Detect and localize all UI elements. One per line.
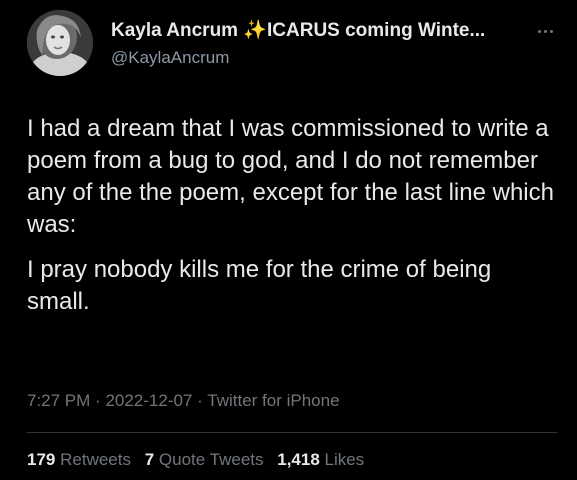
tweet-meta: 7:27 PM · 2022-12-07 · Twitter for iPhon… <box>27 391 340 411</box>
divider <box>27 432 557 433</box>
retweets-stat[interactable]: 179 Retweets <box>27 450 131 469</box>
tweet-text: I had a dream that I was commissioned to… <box>27 113 557 318</box>
retweets-label: Retweets <box>60 450 131 469</box>
avatar-image <box>27 10 93 76</box>
likes-count: 1,418 <box>277 450 320 469</box>
likes-stat[interactable]: 1,418 Likes <box>277 450 364 469</box>
avatar[interactable] <box>27 10 93 76</box>
tweet-header: Kayla Ancrum ✨ICARUS coming Winte... @Ka… <box>27 10 557 80</box>
author-display-name[interactable]: Kayla Ancrum ✨ICARUS coming Winte... <box>111 18 531 44</box>
quote-tweets-stat[interactable]: 7 Quote Tweets <box>145 450 264 469</box>
quotes-label: Quote Tweets <box>158 450 264 469</box>
more-icon-dot <box>537 29 541 33</box>
more-options-button[interactable] <box>533 24 557 38</box>
tweet-paragraph: I pray nobody kills me for the crime of … <box>27 256 492 315</box>
more-icon-dot <box>543 29 547 33</box>
quotes-count: 7 <box>144 450 155 469</box>
author-info: Kayla Ancrum ✨ICARUS coming Winte... @Ka… <box>111 18 531 70</box>
tweet-date[interactable]: 2022-12-07 <box>105 391 192 410</box>
likes-label: Likes <box>324 450 365 469</box>
tweet-source[interactable]: Twitter for iPhone <box>207 391 339 410</box>
author-handle[interactable]: @KaylaAncrum <box>111 46 531 70</box>
meta-separator: · <box>95 391 101 410</box>
tweet-paragraph: I had a dream that I was commissioned to… <box>27 115 554 238</box>
more-icon-dot <box>549 29 553 33</box>
retweets-count: 179 <box>27 450 56 469</box>
meta-separator: · <box>197 391 203 410</box>
tweet-time[interactable]: 7:27 PM <box>27 391 90 410</box>
tweet-stats: 179 Retweets 7 Quote Tweets 1,418 Likes <box>27 450 373 470</box>
tweet-card: Kayla Ancrum ✨ICARUS coming Winte... @Ka… <box>0 0 577 480</box>
